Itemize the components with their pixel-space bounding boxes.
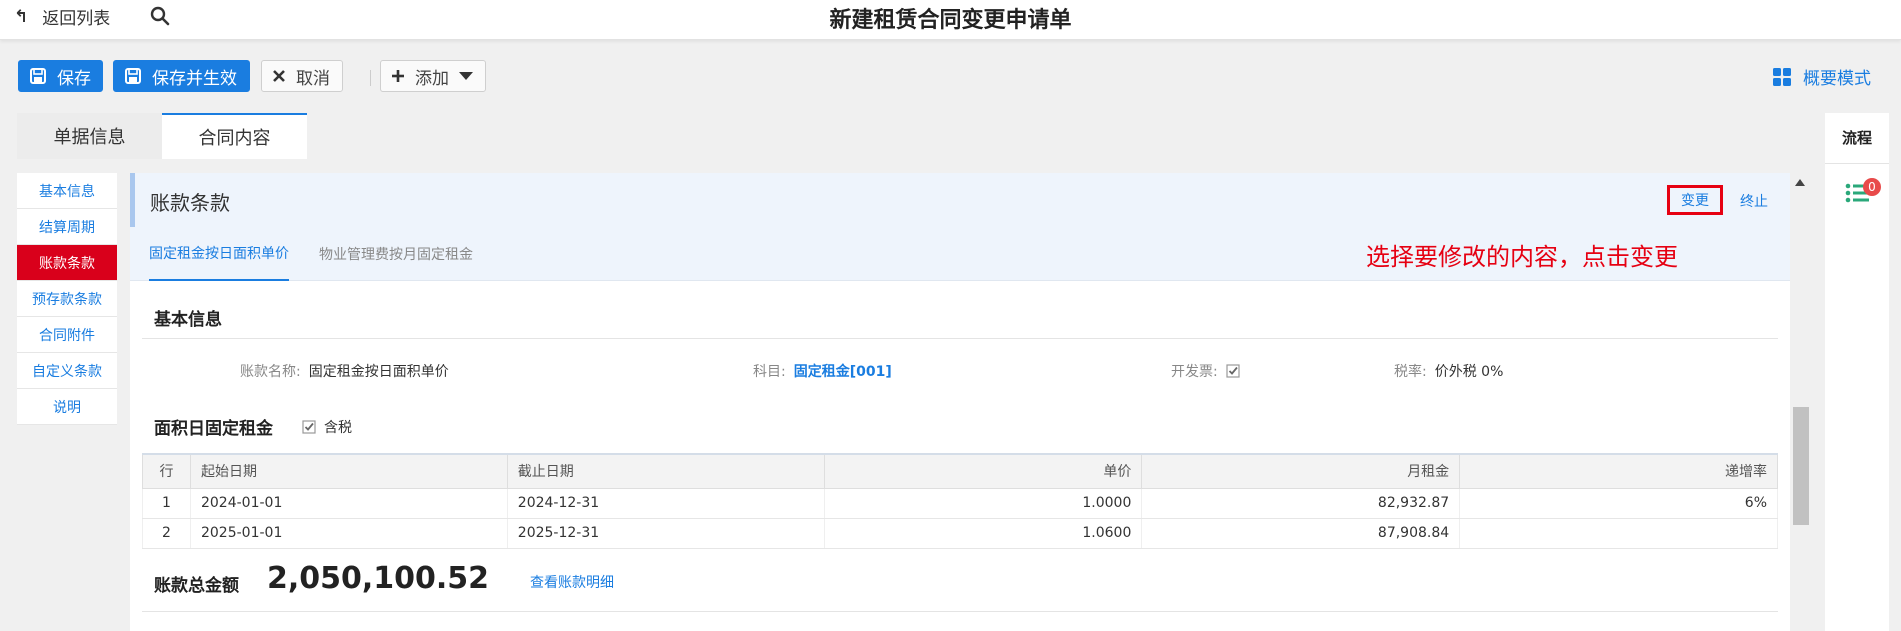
tax-included-checkbox[interactable]: 含税 [302, 417, 352, 437]
tab-document-info[interactable]: 单据信息 [17, 113, 162, 159]
end-date-cell: 2025-12-31 [506, 518, 825, 549]
save-and-effect-button[interactable]: 保存并生效 [113, 60, 250, 92]
subject-link[interactable]: 固定租金[001] [794, 361, 892, 381]
section-header: 账款条款 变更 终止 [130, 173, 1790, 227]
daily-area-rent-heading: 面积日固定租金 [154, 419, 273, 439]
page-title: 新建租赁合同变更申请单 [829, 8, 1072, 33]
invoice-field: 开发票: [1171, 361, 1240, 381]
invoice-label: 开发票: [1171, 364, 1218, 380]
column-header: 截止日期 [506, 453, 825, 489]
close-icon [273, 70, 285, 82]
overview-label: 概要模式 [1803, 69, 1871, 89]
subtab-property-fee-monthly[interactable]: 物业管理费按月固定租金 [319, 227, 473, 281]
increase-rate-cell [1459, 518, 1778, 549]
nav-item-settlement-period[interactable]: 结算周期 [17, 209, 117, 245]
section-title: 账款条款 [150, 191, 230, 215]
nav-item-payment-terms[interactable]: 账款条款 [17, 245, 117, 281]
unit-price-cell: 1.0600 [823, 518, 1143, 549]
table-row[interactable]: 2 2025-01-01 2025-12-31 1.0600 87,908.84 [142, 518, 1778, 549]
table-row[interactable]: 1 2024-01-01 2024-12-31 1.0000 82,932.87… [142, 488, 1778, 519]
vertical-scrollbar[interactable] [1793, 173, 1809, 631]
terminate-button[interactable]: 终止 [1740, 191, 1768, 211]
total-amount-label: 账款总金额 [154, 576, 239, 596]
overview-mode-button[interactable]: 概要模式 [1773, 64, 1871, 89]
tax-rate-field: 税率: 价外税 0% [1394, 361, 1503, 381]
unit-price-cell: 1.0000 [823, 488, 1143, 519]
plus-icon [392, 70, 404, 82]
add-label: 添加 [415, 68, 449, 89]
invoice-checkbox-icon [1226, 364, 1240, 378]
checkbox-checked-icon [302, 420, 316, 434]
column-header: 单价 [823, 453, 1143, 489]
end-date-cell: 2024-12-31 [506, 488, 825, 519]
caret-down-icon [459, 72, 473, 80]
tax-rate-label: 税率: [1394, 364, 1427, 380]
save-icon [30, 68, 46, 84]
payment-terms-panel: 账款条款 变更 终止 固定租金按日面积单价 物业管理费按月固定租金 选择要修改的… [130, 173, 1805, 631]
row-number-cell: 1 [142, 488, 191, 519]
divider [142, 338, 1778, 339]
tax-rate-value: 价外税 0% [1434, 364, 1504, 380]
fee-subtabs: 固定租金按日面积单价 物业管理费按月固定租金 选择要修改的内容，点击变更 [130, 227, 1790, 281]
flow-count-badge: 0 [1863, 178, 1881, 196]
scrollbar-thumb[interactable] [1793, 407, 1809, 525]
table-header-row: 行 起始日期 截止日期 单价 月租金 递增率 [142, 453, 1778, 489]
column-header: 起始日期 [189, 453, 508, 489]
save-and-effect-label: 保存并生效 [152, 68, 237, 89]
monthly-rent-cell: 87,908.84 [1141, 518, 1461, 549]
column-header: 月租金 [1141, 453, 1461, 489]
divider [1825, 163, 1889, 164]
tax-included-label: 含税 [324, 420, 352, 436]
flow-label[interactable]: 流程 [1825, 127, 1889, 148]
section-nav: 基本信息 结算周期 账款条款 预存款条款 合同附件 自定义条款 说明 [17, 173, 117, 425]
grid-icon [1773, 67, 1791, 86]
total-amount-value: 2,050,100.52 [267, 561, 490, 596]
view-detail-link[interactable]: 查看账款明细 [530, 572, 614, 592]
save-label: 保存 [57, 68, 91, 89]
nav-item-basic-info[interactable]: 基本信息 [17, 173, 117, 209]
cancel-label: 取消 [296, 68, 330, 89]
account-name-label: 账款名称: [240, 364, 301, 380]
subject-label: 科目: [753, 364, 786, 380]
increase-rate-cell: 6% [1459, 488, 1778, 519]
column-header: 行 [142, 453, 191, 489]
instruction-annotation: 选择要修改的内容，点击变更 [1366, 243, 1678, 271]
fee-detail-card: 基本信息 账款名称: 固定租金按日面积单价 科目: 固定租金[001] 开发票:… [142, 281, 1778, 631]
start-date-cell: 2024-01-01 [189, 488, 508, 519]
nav-item-custom-terms[interactable]: 自定义条款 [17, 353, 117, 389]
nav-item-attachments[interactable]: 合同附件 [17, 317, 117, 353]
main-tabs: 单据信息 合同内容 [17, 113, 307, 159]
start-date-cell: 2025-01-01 [189, 518, 508, 549]
toolbar-divider [370, 70, 371, 86]
basic-info-heading: 基本信息 [154, 310, 222, 330]
flow-panel: 流程 0 [1825, 113, 1889, 631]
cancel-button[interactable]: 取消 [261, 60, 343, 92]
nav-item-deposit-terms[interactable]: 预存款条款 [17, 281, 117, 317]
nav-item-notes[interactable]: 说明 [17, 389, 117, 425]
account-name-field: 账款名称: 固定租金按日面积单价 [240, 361, 449, 381]
toolbar: 保存 保存并生效 取消 添加 概要模式 [0, 40, 1901, 112]
save-icon [125, 68, 141, 84]
column-header: 递增率 [1459, 453, 1778, 489]
account-name-value: 固定租金按日面积单价 [308, 364, 449, 380]
subject-field: 科目: 固定租金[001] [753, 361, 892, 381]
divider [142, 611, 1778, 612]
save-button[interactable]: 保存 [18, 60, 103, 92]
tab-contract-content[interactable]: 合同内容 [162, 113, 307, 159]
top-bar: ↰ 返回列表 新建租赁合同变更申请单 [0, 0, 1901, 40]
rent-table: 行 起始日期 截止日期 单价 月租金 递增率 1 2024-01-01 2024… [142, 453, 1778, 549]
add-dropdown-button[interactable]: 添加 [380, 60, 486, 92]
subtab-fixed-rent-daily-area[interactable]: 固定租金按日面积单价 [149, 227, 289, 281]
change-button[interactable]: 变更 [1667, 185, 1723, 215]
row-number-cell: 2 [142, 518, 191, 549]
monthly-rent-cell: 82,932.87 [1141, 488, 1461, 519]
